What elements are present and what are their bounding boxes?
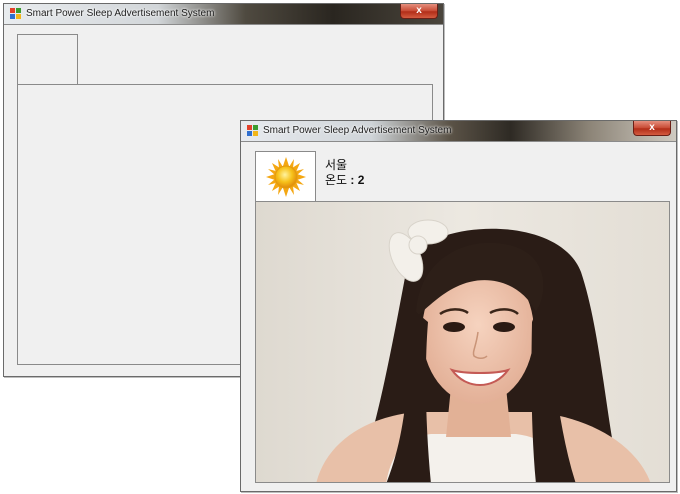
front-window-titlebar[interactable]: Smart Power Sleep Advertisement System x bbox=[241, 121, 676, 142]
front-window: Smart Power Sleep Advertisement System x bbox=[240, 120, 677, 492]
weather-icon-box bbox=[17, 34, 78, 85]
app-icon bbox=[10, 8, 21, 19]
front-window-client: 서울 온도 : 2 bbox=[241, 142, 676, 491]
back-window-titlebar[interactable]: Smart Power Sleep Advertisement System x bbox=[4, 4, 443, 25]
close-button[interactable]: x bbox=[633, 121, 671, 136]
weather-icon-box bbox=[255, 151, 316, 202]
temperature-value: 2 bbox=[357, 173, 365, 187]
temperature-separator: : bbox=[347, 173, 358, 187]
temperature-label: 온도 bbox=[325, 173, 348, 187]
close-button[interactable]: x bbox=[400, 4, 438, 19]
temperature-readout: 온도 : 2 bbox=[325, 171, 364, 188]
window-title: Smart Power Sleep Advertisement System bbox=[263, 125, 452, 136]
window-title: Smart Power Sleep Advertisement System bbox=[26, 8, 215, 19]
smiling-woman-photo bbox=[256, 202, 669, 482]
advertisement-image bbox=[255, 201, 670, 483]
sun-icon bbox=[266, 157, 306, 197]
app-icon bbox=[247, 125, 258, 136]
